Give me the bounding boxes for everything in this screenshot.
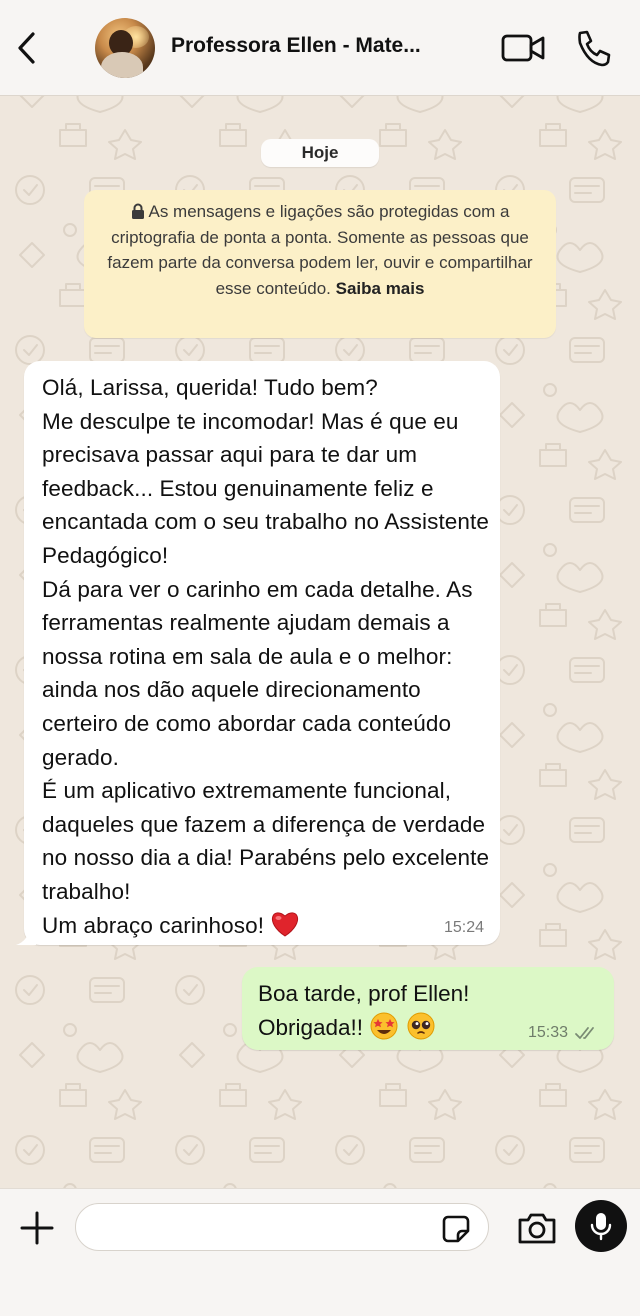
contact-avatar[interactable] — [95, 18, 155, 78]
message-text: Olá, Larissa, querida! Tudo bem? Me desc… — [42, 375, 490, 938]
voice-message-button[interactable] — [575, 1200, 627, 1252]
attach-button[interactable] — [18, 1209, 56, 1247]
incoming-message[interactable]: Olá, Larissa, querida! Tudo bem? Me desc… — [16, 361, 500, 945]
message-time: 15:33 — [527, 1024, 568, 1041]
message-time: 15:24 — [443, 919, 484, 936]
learn-more-link[interactable]: Saiba mais — [336, 279, 425, 298]
outgoing-message[interactable]: Boa tarde, prof Ellen! Obrigada!! 15:33 — [242, 967, 614, 1050]
date-separator: Hoje — [261, 139, 379, 167]
chat-header: Professora Ellen - Mate... — [0, 0, 640, 96]
lock-icon — [131, 203, 144, 219]
camera-icon — [518, 1213, 556, 1244]
message-composer — [0, 1188, 640, 1316]
back-button[interactable] — [8, 26, 44, 70]
video-call-button[interactable] — [500, 30, 546, 66]
video-call-icon — [501, 34, 545, 62]
contact-name[interactable]: Professora Ellen - Mate... — [171, 34, 461, 58]
voice-call-button[interactable] — [572, 28, 612, 68]
microphone-icon — [590, 1213, 612, 1241]
read-receipt-icon — [575, 1027, 594, 1039]
sticker-button[interactable] — [440, 1213, 472, 1245]
camera-button[interactable] — [516, 1209, 558, 1247]
star-struck-emoji — [370, 1012, 398, 1040]
pleading-face-emoji — [407, 1012, 435, 1040]
encryption-notice-text: As mensagens e ligações são protegidas c… — [107, 202, 533, 298]
sticker-icon — [442, 1215, 470, 1243]
encryption-notice[interactable]: As mensagens e ligações são protegidas c… — [84, 190, 556, 338]
message-input[interactable] — [75, 1203, 489, 1251]
plus-icon — [20, 1211, 54, 1245]
red-heart-emoji — [272, 911, 299, 937]
phone-icon — [578, 30, 611, 67]
bubble-tail — [16, 927, 36, 945]
back-arrow-icon — [18, 32, 35, 64]
message-text: Boa tarde, prof Ellen! Obrigada!! — [258, 981, 470, 1040]
